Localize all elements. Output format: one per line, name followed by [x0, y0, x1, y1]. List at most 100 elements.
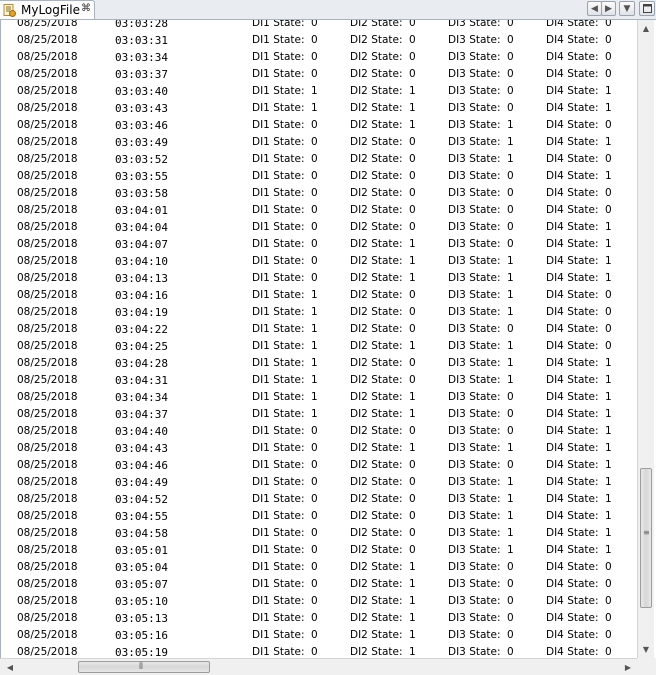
- log-date: 08/25/2018: [17, 629, 78, 641]
- di1-state-value: 0: [311, 34, 318, 46]
- log-date: 08/25/2018: [17, 612, 78, 624]
- di1-state-label: DI1 State:: [252, 102, 305, 114]
- di2-state-label: DI2 State:: [350, 493, 403, 505]
- di1-state-label: DI1 State:: [252, 340, 305, 352]
- horizontal-scrollbar[interactable]: ◀ ⦀ ▶: [0, 658, 637, 675]
- di2-state-value: 1: [409, 272, 416, 284]
- di4-state-label: DI4 State:: [546, 578, 599, 590]
- di1-state-label: DI1 State:: [252, 187, 305, 199]
- di3-state-value: 1: [507, 136, 514, 148]
- log-time: 03:05:16: [115, 629, 168, 642]
- di1-state-label: DI1 State:: [252, 20, 305, 29]
- log-time: 03:04:58: [115, 527, 168, 540]
- log-date: 08/25/2018: [17, 85, 78, 97]
- log-time: 03:03:55: [115, 170, 168, 183]
- scroll-down-arrow-icon[interactable]: ▼: [638, 641, 654, 657]
- di4-state-label: DI4 State:: [546, 527, 599, 539]
- di1-state-value: 1: [311, 85, 318, 97]
- horizontal-scroll-thumb[interactable]: ⦀: [78, 661, 210, 673]
- di4-state-value: 0: [605, 646, 612, 658]
- tab-close-icon[interactable]: ⌘: [81, 3, 91, 14]
- di2-state-value: 0: [409, 51, 416, 63]
- log-time: 03:04:13: [115, 272, 168, 285]
- di3-state-value: 0: [507, 238, 514, 250]
- log-date: 08/25/2018: [17, 51, 78, 63]
- log-date: 08/25/2018: [17, 289, 78, 301]
- tab-mylogfile[interactable]: MyLogFile ⌘: [0, 0, 95, 19]
- log-date: 08/25/2018: [17, 221, 78, 233]
- di2-state-value: 0: [409, 544, 416, 556]
- scroll-up-arrow-icon[interactable]: ▲: [638, 20, 654, 36]
- di4-state-label: DI4 State:: [546, 238, 599, 250]
- di2-state-label: DI2 State:: [350, 272, 403, 284]
- di4-state-value: 0: [605, 20, 612, 29]
- scroll-right-arrow-icon[interactable]: ▶: [620, 659, 636, 675]
- di4-state-value: 1: [605, 493, 612, 505]
- di4-state-value: 0: [605, 51, 612, 63]
- di3-state-value: 0: [507, 204, 514, 216]
- log-date: 08/25/2018: [17, 204, 78, 216]
- di1-state-label: DI1 State:: [252, 357, 305, 369]
- log-date: 08/25/2018: [17, 153, 78, 165]
- di1-state-label: DI1 State:: [252, 272, 305, 284]
- di4-state-value: 0: [605, 612, 612, 624]
- di4-state-label: DI4 State:: [546, 493, 599, 505]
- di3-state-label: DI3 State:: [448, 493, 501, 505]
- log-date: 08/25/2018: [17, 68, 78, 80]
- di4-state-value: 0: [605, 306, 612, 318]
- di3-state-label: DI3 State:: [448, 68, 501, 80]
- log-time: 03:04:31: [115, 374, 168, 387]
- log-date: 08/25/2018: [17, 170, 78, 182]
- di1-state-label: DI1 State:: [252, 629, 305, 641]
- arrow-right-icon[interactable]: ▶: [601, 1, 616, 16]
- log-date: 08/25/2018: [17, 510, 78, 522]
- di2-state-label: DI2 State:: [350, 221, 403, 233]
- di3-state-value: 0: [507, 187, 514, 199]
- log-date: 08/25/2018: [17, 408, 78, 420]
- di3-state-label: DI3 State:: [448, 476, 501, 488]
- vertical-scrollbar[interactable]: ▲ ≡ ▼: [637, 20, 654, 658]
- di4-state-value: 1: [605, 425, 612, 437]
- di3-state-value: 0: [507, 323, 514, 335]
- di1-state-label: DI1 State:: [252, 544, 305, 556]
- di1-state-value: 1: [311, 374, 318, 386]
- di4-state-value: 1: [605, 85, 612, 97]
- di1-state-label: DI1 State:: [252, 238, 305, 250]
- di2-state-label: DI2 State:: [350, 612, 403, 624]
- di1-state-value: 0: [311, 561, 318, 573]
- di4-state-label: DI4 State:: [546, 340, 599, 352]
- di3-state-label: DI3 State:: [448, 306, 501, 318]
- di4-state-value: 1: [605, 510, 612, 522]
- di3-state-label: DI3 State:: [448, 442, 501, 454]
- di3-state-value: 0: [507, 85, 514, 97]
- log-time: 03:03:28: [115, 20, 168, 30]
- di3-state-label: DI3 State:: [448, 102, 501, 114]
- di3-state-value: 0: [507, 612, 514, 624]
- di2-state-value: 0: [409, 476, 416, 488]
- chevron-down-icon[interactable]: ▼: [619, 1, 635, 16]
- scroll-left-arrow-icon[interactable]: ◀: [2, 659, 18, 675]
- di3-state-label: DI3 State:: [448, 527, 501, 539]
- di3-state-label: DI3 State:: [448, 646, 501, 658]
- di2-state-value: 0: [409, 34, 416, 46]
- di1-state-value: 0: [311, 68, 318, 80]
- di1-state-value: 0: [311, 646, 318, 658]
- log-date: 08/25/2018: [17, 493, 78, 505]
- di3-state-value: 0: [507, 34, 514, 46]
- di1-state-label: DI1 State:: [252, 459, 305, 471]
- di2-state-value: 0: [409, 425, 416, 437]
- di4-state-value: 1: [605, 476, 612, 488]
- di1-state-value: 1: [311, 102, 318, 114]
- di4-state-label: DI4 State:: [546, 408, 599, 420]
- di3-state-value: 1: [507, 153, 514, 165]
- di2-state-value: 0: [409, 306, 416, 318]
- di2-state-label: DI2 State:: [350, 476, 403, 488]
- di1-state-value: 0: [311, 527, 318, 539]
- minimize-icon[interactable]: [639, 1, 655, 16]
- di1-state-value: 0: [311, 238, 318, 250]
- di4-state-value: 0: [605, 34, 612, 46]
- di2-state-label: DI2 State:: [350, 323, 403, 335]
- arrow-left-icon[interactable]: ◀: [587, 1, 602, 16]
- log-text-area[interactable]: 08/25/2018 03:03:28 DI1 State: 0 DI2 State: 0…: [0, 20, 637, 658]
- vertical-scroll-thumb[interactable]: ≡: [640, 468, 652, 608]
